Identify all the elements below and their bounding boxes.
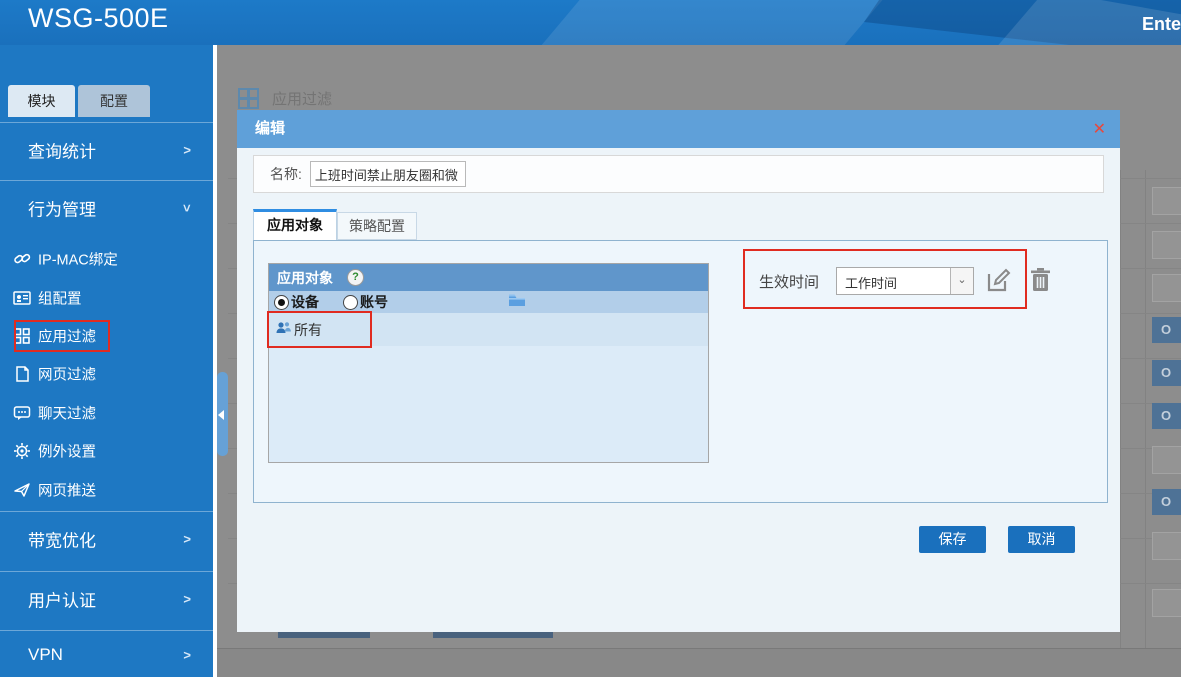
- sidebar-item-label: 网页推送: [38, 480, 96, 501]
- section-label: 带宽优化: [28, 527, 96, 552]
- sidebar-item-exception-settings[interactable]: 例外设置: [0, 433, 213, 469]
- save-button[interactable]: 保存: [919, 526, 986, 553]
- row-toggle-dimmed: O: [1152, 489, 1181, 515]
- table-grid-line: [1120, 170, 1121, 648]
- row-button-dimmed: [1152, 446, 1181, 474]
- delete-time-icon[interactable]: [1030, 267, 1051, 298]
- chevron-right-icon: >: [183, 647, 191, 662]
- sidebar-section-behavior-mgmt[interactable]: 行为管理 >: [0, 180, 213, 234]
- sidebar-item-label: 网页过滤: [38, 364, 96, 385]
- row-toggle-dimmed: O: [1152, 360, 1181, 386]
- folder-icon[interactable]: [508, 293, 526, 312]
- row-button-dimmed: [1152, 589, 1181, 617]
- chevron-right-icon: >: [183, 532, 191, 547]
- sidebar-section-vpn[interactable]: VPN >: [0, 630, 213, 677]
- row-toggle-dimmed: O: [1152, 317, 1181, 343]
- cancel-button[interactable]: 取消: [1008, 526, 1075, 553]
- table-grid-line: [1145, 170, 1146, 648]
- gear-icon: [13, 442, 31, 460]
- page-title: 应用过滤: [272, 88, 332, 109]
- send-icon: [13, 481, 31, 499]
- sidebar-divider: [213, 45, 217, 677]
- page-footer-dimmed: [217, 649, 1181, 677]
- sidebar-item-label: 聊天过滤: [38, 403, 96, 424]
- name-label: 名称:: [270, 164, 302, 184]
- sidebar-section-user-auth[interactable]: 用户认证 >: [0, 571, 213, 625]
- radio-device[interactable]: [274, 295, 289, 310]
- collapse-arrow-icon: [218, 410, 224, 420]
- tab-application-object[interactable]: 应用对象: [253, 209, 337, 240]
- object-type-radio-row: 设备 账号: [269, 291, 708, 313]
- sidebar-item-chat-filter[interactable]: 聊天过滤: [0, 395, 213, 431]
- row-toggle-dimmed: O: [1152, 403, 1181, 429]
- chevron-right-icon: >: [183, 143, 191, 158]
- app-title: WSG-500E: [28, 3, 169, 34]
- header-right-text: Ente: [1142, 14, 1181, 35]
- application-object-panel: 应用对象 ? 设备 账号 所有: [268, 263, 709, 463]
- sidebar-tab-modules[interactable]: 模块: [8, 85, 75, 117]
- web-page-icon: [13, 365, 31, 383]
- sidebar-item-web-push[interactable]: 网页推送: [0, 472, 213, 508]
- annotation-box-effective-time: [743, 249, 1027, 309]
- name-input[interactable]: [310, 161, 466, 187]
- panel-header: 应用对象 ?: [269, 264, 708, 291]
- section-label: 行为管理: [28, 195, 96, 220]
- radio-account-label: 账号: [360, 292, 388, 312]
- chat-icon: [13, 404, 31, 422]
- chevron-right-icon: >: [183, 591, 191, 606]
- row-button-dimmed: [1152, 187, 1181, 215]
- edit-dialog: 编辑 ✕ 名称: 应用对象 策略配置 应用对象 ? 设备 账号: [237, 110, 1120, 632]
- sidebar: 模块 配置 查询统计 > 行为管理 > IP-MAC绑定 组配置 应用过滤 网页…: [0, 45, 213, 677]
- section-label: VPN: [28, 645, 63, 665]
- section-label: 用户认证: [28, 586, 96, 611]
- radio-account[interactable]: [343, 295, 358, 310]
- dialog-title: 编辑: [255, 110, 285, 148]
- panel-header-label: 应用对象: [277, 268, 333, 288]
- sidebar-collapse-handle[interactable]: [217, 372, 228, 456]
- tab-policy-config[interactable]: 策略配置: [337, 212, 417, 240]
- app-filter-page-icon: [238, 88, 258, 108]
- row-button-dimmed: [1152, 274, 1181, 302]
- name-field-row: 名称:: [253, 155, 1104, 193]
- section-label: 查询统计: [28, 138, 96, 163]
- top-bar: WSG-500E Ente: [0, 0, 1181, 45]
- page-button-dimmed: [433, 632, 553, 638]
- sidebar-item-group-config[interactable]: 组配置: [0, 280, 213, 316]
- sidebar-item-label: 例外设置: [38, 441, 96, 462]
- dialog-header: 编辑 ✕: [237, 110, 1120, 148]
- close-icon[interactable]: ✕: [1093, 119, 1106, 139]
- id-card-icon: [13, 289, 31, 307]
- sidebar-section-query-stats[interactable]: 查询统计 >: [0, 122, 213, 177]
- annotation-box-tree-all: [267, 311, 372, 348]
- annotation-box-app-filter: [14, 320, 110, 352]
- keyboard-decoration: [530, 0, 889, 45]
- sidebar-item-web-filter[interactable]: 网页过滤: [0, 356, 213, 392]
- page-footer-line: [217, 648, 1181, 649]
- sidebar-tab-config[interactable]: 配置: [78, 85, 150, 117]
- page: WSG-500E Ente 模块 配置 查询统计 > 行为管理 > IP-MAC…: [0, 0, 1181, 677]
- row-button-dimmed: [1152, 532, 1181, 560]
- link-icon: [13, 250, 31, 268]
- radio-device-label: 设备: [291, 292, 319, 312]
- help-icon[interactable]: ?: [347, 269, 364, 286]
- sidebar-item-ip-mac-binding[interactable]: IP-MAC绑定: [0, 241, 213, 277]
- sidebar-section-bandwidth[interactable]: 带宽优化 >: [0, 511, 213, 566]
- chevron-down-icon: >: [180, 204, 195, 212]
- sidebar-item-label: 组配置: [38, 288, 82, 309]
- sidebar-item-label: IP-MAC绑定: [38, 249, 118, 270]
- row-button-dimmed: [1152, 231, 1181, 259]
- page-button-dimmed: [278, 632, 370, 638]
